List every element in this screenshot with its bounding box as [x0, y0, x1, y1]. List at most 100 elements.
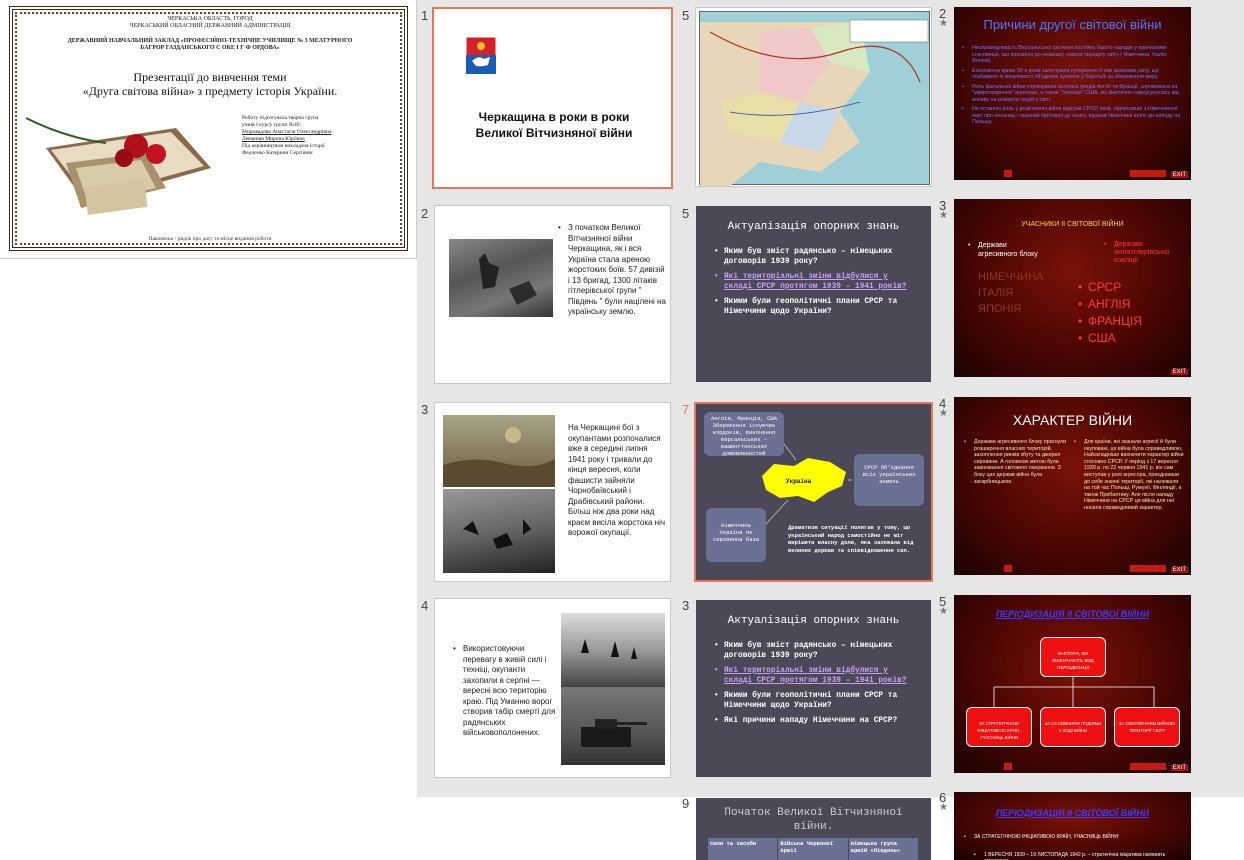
slide-thumbnail-3[interactable]: На Черкащині бої з окупантами розпочалис… — [434, 402, 671, 582]
animation-star-icon: ★ — [939, 18, 948, 29]
slide-title: УЧАСНИКИ ІІ СВІТОВОЇ ВІЙНИ — [1021, 221, 1124, 228]
nav-prev-button[interactable] — [1004, 565, 1012, 572]
slide-thumbnail-character[interactable]: ХАРАКТЕР ВІЙНИ Держави агресивного блоку… — [954, 397, 1191, 575]
tanks-photo — [561, 687, 665, 765]
doc-author-line: Мировадова Анастасія Олександрівна — [242, 129, 332, 135]
slide-thumbnail-ukraine-diagram[interactable]: Англія, Франція, США Збереження існуючих… — [694, 402, 933, 582]
question-item: Яким був зміст радянсько – німецьких дог… — [714, 642, 919, 661]
slide-number: 7 — [682, 402, 690, 417]
slide-title: Черкащина в роки в роки Великої Вітчизня… — [475, 110, 633, 140]
periodization-item: 1 ВЕРЕСНЯ 1939 – 19 ЛИСТОПАДА 1942 р. – … — [974, 852, 1184, 860]
animation-star-icon: ★ — [939, 408, 948, 419]
coalition-country: ФРАНЦІЯ — [1078, 313, 1142, 330]
question-item: Яким був зміст радянсько – німецьких дог… — [714, 248, 919, 267]
slide-thumbnail-periodization[interactable]: ПЕРІОДИЗАЦІЯ ІІ СВІТОВОЇ ВІЙНИ ФАКТОРИ, … — [954, 595, 1191, 773]
historical-map — [699, 11, 930, 186]
slide-sorter-window: ЧЕРКАСЬКА ОБЛАСТЬ, ГОРОД ЧЕРКАСЬКИЙ ОБЛА… — [0, 0, 1244, 860]
cause-item: Несправедливість Версальської системи по… — [962, 45, 1184, 65]
doc-author-line: Федченко Катерини Сергіївни — [242, 150, 313, 156]
cause-item: Економічна криза 30-х років загострила с… — [962, 68, 1184, 81]
table-header-cell: Війська Червоної Армії — [778, 838, 849, 860]
slide-title: Причини другої світової війни — [983, 17, 1162, 32]
cause-item: Роль фатальної війни спрямувала політика… — [962, 84, 1184, 104]
slide-text: З початком Великої Вітчизняної війни Чер… — [558, 223, 666, 318]
slide-title: ПЕРІОДИЗАЦІЯ ІІ СВІТОВОЇ ВІЙНИ — [995, 808, 1150, 818]
coalition-country: США — [1078, 330, 1142, 347]
battle-photo — [443, 489, 555, 573]
coalition-heading: Держави антигітлерівської коаліції — [1104, 241, 1184, 265]
animation-star-icon: ★ — [939, 210, 948, 221]
exit-button[interactable]: EXIT — [1170, 172, 1188, 178]
slide-text: На Черкащині бої з окупантами розпочалис… — [568, 423, 666, 537]
periodization-item: ЗА СТРАТЕГІЧНОЮ ІНІЦІАТИВОЮ КРАЇН, УЧАСН… — [964, 834, 1184, 840]
question-item: Які причини нападу Німеччини на СРСР? — [714, 717, 919, 727]
slide-title: Початок Великої Вітчизняної війни. — [724, 807, 903, 833]
soldiers-photo — [561, 613, 665, 687]
slide-title: Актуалізація опорних знань — [727, 615, 900, 627]
doc-author-line: Роботу підготувала творча група — [242, 115, 319, 121]
periodization-box: ЗА СТРАТЕГІЧНОЮ ІНІЦІАТИВОЮ КРАЇН, УЧАСН… — [966, 707, 1032, 747]
slide-number: 3 — [682, 598, 690, 613]
slide-title: Актуалізація опорних знань — [727, 221, 900, 233]
coalition-country: СРСР — [1078, 279, 1142, 296]
doc-author-line: Під керівництвом викладача історії — [242, 143, 325, 149]
periodization-box: ЗА ОХОПЛЕННЯМ ВІЙНОЮ ТЕРИТОРІЇ СВІТУ — [1114, 707, 1180, 747]
nav-prev-button[interactable] — [1004, 763, 1012, 770]
diagram-caption: Драматизм ситуації полягав у тому, що ук… — [788, 524, 914, 554]
books-flowers-image — [25, 108, 216, 216]
slide-thumbnail-1[interactable]: Черкащина в роки в роки Великої Вітчизня… — [432, 7, 673, 189]
exit-button[interactable]: EXIT — [1170, 765, 1188, 771]
doc-author-line: Левченко Мирона Юріївна — [242, 136, 305, 142]
periodization-box: ЗА ОСНОВНИМИ ПОДІЯМИ У ХОДІ ВІЙНИ — [1040, 707, 1106, 747]
slide-thumbnail-actualization-2[interactable]: Актуалізація опорних знань Яким був зміс… — [696, 600, 931, 777]
war-photo — [449, 239, 553, 317]
doc-line: ЧЕРКАСЬКА ОБЛАСТЬ, ГОРОД — [167, 16, 253, 22]
question-item: Які територіальні зміни відбулися у скла… — [714, 273, 919, 292]
aggressor-heading: Держави агресивного блоку — [968, 241, 1048, 259]
doc-line: ЧЕРКАСЬКИЙ ОБЛАСНИЙ ДЕРЖАВНИЙ АДМІНІСТРА… — [129, 23, 291, 29]
character-column-1: Держави агресивного блоку прагнули розши… — [964, 439, 1068, 485]
coat-of-arms-icon — [464, 35, 498, 75]
exit-button[interactable]: EXIT — [1170, 567, 1188, 573]
slide-text: Використовуючи перевагу в живій силі і т… — [453, 644, 557, 739]
slide-thumbnail-periodization-2[interactable]: ПЕРІОДИЗАЦІЯ ІІ СВІТОВОЇ ВІЙНИ ЗА СТРАТЕ… — [954, 792, 1191, 860]
table-header-cell: Німецька група армій «Південь» — [848, 838, 918, 860]
animation-star-icon: ★ — [939, 802, 948, 813]
slide-thumbnail-2[interactable]: З початком Великої Вітчизняної війни Чер… — [434, 205, 671, 384]
exit-button[interactable]: EXIT — [1170, 369, 1188, 375]
question-item: Які територіальні зміни відбулися у скла… — [714, 667, 919, 686]
slide-thumbnail-4[interactable]: Використовуючи перевагу в живій силі і т… — [434, 598, 671, 778]
doc-author-line: учнів І курсу групи №40: — [242, 122, 301, 128]
aggressor-country: ІТАЛІЯ — [978, 287, 1014, 299]
nav-controls[interactable] — [1130, 763, 1166, 770]
slide-number: 5 — [682, 206, 690, 221]
slide-number: 1 — [421, 8, 429, 23]
slide-thumbnail-actualization[interactable]: Актуалізація опорних знань Яким був зміс… — [696, 206, 931, 382]
question-item: Якими були геополітичні плани СРСР та Ні… — [714, 692, 919, 711]
coalition-country: АНГЛІЯ — [1078, 296, 1142, 313]
animation-star-icon: ★ — [939, 606, 948, 617]
slide-thumbnail-participants[interactable]: УЧАСНИКИ ІІ СВІТОВОЇ ВІЙНИ Держави агрес… — [954, 199, 1191, 377]
cause-item: Не останню роль у розв'язанні війни віді… — [962, 106, 1184, 126]
nav-controls[interactable] — [1130, 170, 1166, 177]
slide-number: 5 — [682, 8, 690, 23]
aggressor-country: НІМЕЧЧИНА — [978, 271, 1044, 283]
title-document-preview[interactable]: ЧЕРКАСЬКА ОБЛАСТЬ, ГОРОД ЧЕРКАСЬКИЙ ОБЛА… — [0, 0, 417, 259]
nav-controls[interactable] — [1130, 565, 1166, 572]
battle-painting — [443, 415, 555, 487]
slide-thumbnail-causes[interactable]: Причини другої світової війни Несправедл… — [954, 7, 1191, 180]
aggressor-country: ЯПОНІЯ — [978, 303, 1022, 315]
slide-thumbnail-war-start[interactable]: Початок Великої Вітчизняної війни. Сили … — [696, 798, 931, 860]
nav-prev-button[interactable] — [1004, 170, 1012, 177]
slide-number: 2 — [421, 206, 429, 221]
doc-line: ДЕРЖАВНИЙ НАВЧАЛЬНИЙ ЗАКЛАД «ПРОФЕСІЙНО-… — [67, 38, 353, 44]
doc-title: Презентації до вивчення теми — [133, 70, 287, 84]
slide-title: ХАРАКТЕР ВІЙНИ — [1012, 412, 1133, 428]
slide-number: 3 — [421, 402, 429, 417]
question-item: Якими були геополітичні плани СРСР та Ні… — [714, 298, 919, 317]
slide-thumbnail-map[interactable] — [695, 7, 932, 187]
doc-footer: Павловськ - рядок про дату та місце вида… — [148, 236, 272, 242]
character-column-2: Для країни, які зазнали агресії й були о… — [1074, 439, 1184, 512]
doc-line: БАГРОР ГАЗДАНСЬКОГО С ОКЕ І Г Ф ОРДОВА» — [140, 45, 280, 51]
doc-title: «Друга світова війна» з предмету історія… — [82, 84, 338, 98]
